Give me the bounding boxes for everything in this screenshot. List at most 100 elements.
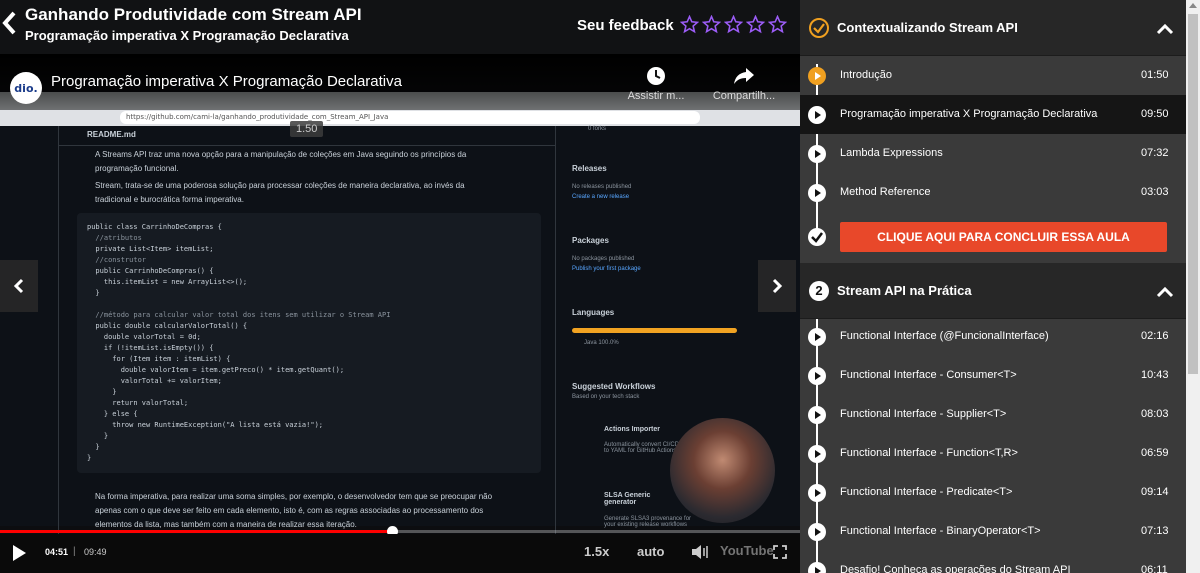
play-circle-icon xyxy=(808,367,826,385)
lesson-item[interactable]: Introdução 01:50 xyxy=(800,56,1186,95)
sidebar-scrollbar[interactable] xyxy=(1186,0,1200,573)
speed-badge: 1.50 xyxy=(290,121,324,137)
code-line: //atributos xyxy=(87,234,142,242)
lesson-item[interactable]: Programação imperativa X Programação Dec… xyxy=(800,95,1186,134)
current-time: 04:51 xyxy=(45,547,69,557)
video-progress-fill xyxy=(0,530,392,533)
section-header-1[interactable]: Contextualizando Stream API xyxy=(800,0,1186,56)
player-controls: 04:51 | 09:49 1.5x auto YouTube xyxy=(0,534,800,573)
playback-speed-button[interactable]: 1.5x xyxy=(584,544,609,559)
lesson-item[interactable]: Method Reference 03:03 xyxy=(800,173,1186,212)
readme-after-2: apenas com o que deve ser feito em cada … xyxy=(95,506,484,515)
code-line: valorTotal += valorItem; xyxy=(87,377,222,385)
code-line: //método para calcular valor total dos i… xyxy=(87,311,391,319)
previous-lesson-button[interactable] xyxy=(0,260,38,312)
lesson-title: Introdução xyxy=(840,69,892,81)
channel-avatar-text: dio. xyxy=(14,81,38,95)
channel-avatar[interactable]: dio. xyxy=(10,72,42,104)
readme-bullet-1b: programação funcional. xyxy=(95,164,179,173)
section-title-1: Contextualizando Stream API xyxy=(837,20,1018,35)
lesson-item[interactable]: Lambda Expressions 07:32 xyxy=(800,134,1186,173)
lesson-duration: 07:13 xyxy=(1141,525,1169,537)
lesson-item[interactable]: Functional Interface - Function<T,R> 06:5… xyxy=(800,434,1186,473)
embedded-url: https://github.com/cami-la/ganhando_prod… xyxy=(120,111,700,124)
code-line: //construtor xyxy=(87,256,147,264)
chevron-up-icon[interactable] xyxy=(1156,22,1174,40)
back-button[interactable] xyxy=(0,8,18,38)
lesson-duration: 09:50 xyxy=(1141,108,1169,120)
star-icon[interactable] xyxy=(746,15,765,34)
code-block: public class CarrinhoDeCompras { //atrib… xyxy=(77,213,541,473)
workflows-subtitle: Based on your tech stack xyxy=(572,394,640,400)
star-icon[interactable] xyxy=(680,15,699,34)
play-circle-icon xyxy=(808,445,826,463)
lesson-item[interactable]: Functional Interface - Supplier<T> 08:03 xyxy=(800,395,1186,434)
code-line: } xyxy=(87,454,92,462)
fullscreen-icon xyxy=(773,545,787,559)
quality-button[interactable]: auto xyxy=(637,544,664,559)
readme-panel: README.md A Streams API traz uma nova op… xyxy=(58,126,556,536)
code-line: double valorItem = item.getPreco() * ite… xyxy=(87,366,345,374)
readme-filename: README.md xyxy=(87,130,136,139)
code-line: } xyxy=(87,432,109,440)
packages-link: Publish your first package xyxy=(572,266,641,272)
readme-bullet-2a: Stream, trata-se de uma poderosa solução… xyxy=(95,181,465,190)
watch-later-button[interactable]: Assistir m... xyxy=(616,66,696,102)
video-player[interactable]: dio. Programação imperativa X Programaçã… xyxy=(0,54,800,573)
language-bar xyxy=(572,328,737,333)
section-title-2: Stream API na Prática xyxy=(837,283,972,298)
code-line: public CarrinhoDeCompras() { xyxy=(87,267,214,275)
forks-count: 0 forks xyxy=(588,126,607,132)
readme-bullet-1a: A Streams API traz uma nova opção para a… xyxy=(95,150,467,159)
lesson-item[interactable]: Functional Interface (@FuncionalInterfac… xyxy=(800,317,1186,356)
play-circle-icon xyxy=(808,562,826,573)
code-line: private List<Item> itemList; xyxy=(87,245,214,253)
code-line: public class CarrinhoDeCompras { xyxy=(87,223,222,231)
lesson-title: Functional Interface - Function<T,R> xyxy=(840,447,1018,459)
section-header-2[interactable]: 2 Stream API na Prática xyxy=(800,263,1186,319)
fullscreen-button[interactable] xyxy=(773,545,787,564)
releases-link: Create a new release xyxy=(572,194,630,200)
star-icon[interactable] xyxy=(702,15,721,34)
play-button[interactable] xyxy=(10,544,28,562)
play-circle-icon xyxy=(808,523,826,541)
video-title[interactable]: Programação imperativa X Programação Dec… xyxy=(51,73,402,90)
packages-text: No packages published xyxy=(572,256,635,262)
volume-button[interactable] xyxy=(691,544,711,565)
star-icon[interactable] xyxy=(724,15,743,34)
star-icon[interactable] xyxy=(768,15,787,34)
play-circle-icon xyxy=(808,184,826,202)
youtube-logo[interactable]: YouTube xyxy=(720,543,774,558)
finish-lesson-button[interactable]: CLIQUE AQUI PARA CONCLUIR ESSA AULA xyxy=(840,222,1167,252)
next-lesson-button[interactable] xyxy=(758,260,796,312)
video-progress-bar[interactable] xyxy=(0,526,800,537)
readme-bullet-2b: tradicional e burocrática forma imperati… xyxy=(95,195,244,204)
watch-later-label: Assistir m... xyxy=(627,90,685,102)
app-root: Ganhando Produtividade com Stream API Pr… xyxy=(0,0,1200,573)
lesson-item[interactable]: Desafio! Conheça as operações do Stream … xyxy=(800,551,1186,573)
scroll-up-icon[interactable] xyxy=(1189,3,1197,8)
lesson-title: Lambda Expressions xyxy=(840,147,943,159)
code-line: if (!itemList.isEmpty()) { xyxy=(87,344,214,352)
volume-icon xyxy=(692,545,708,559)
lesson-duration: 01:50 xyxy=(1141,69,1169,81)
total-time: 09:49 xyxy=(84,547,107,557)
lesson-duration: 08:03 xyxy=(1141,408,1169,420)
lesson-duration: 02:16 xyxy=(1141,330,1169,342)
code-line: return valorTotal; xyxy=(87,399,189,407)
play-circle-icon xyxy=(808,328,826,346)
play-circle-icon xyxy=(808,484,826,502)
scrollbar-thumb[interactable] xyxy=(1188,14,1198,374)
code-line: for (Item item : itemList) { xyxy=(87,355,231,363)
lesson-item[interactable]: Functional Interface - Consumer<T> 10:43 xyxy=(800,356,1186,395)
lesson-item[interactable]: Functional Interface - Predicate<T> 09:14 xyxy=(800,473,1186,512)
releases-text: No releases published xyxy=(572,184,632,190)
lesson-duration: 06:59 xyxy=(1141,447,1169,459)
lesson-item[interactable]: Functional Interface - BinaryOperator<T>… xyxy=(800,512,1186,551)
share-button[interactable]: Compartilh... xyxy=(704,66,784,102)
releases-title: Releases xyxy=(572,164,607,173)
chevron-up-icon[interactable] xyxy=(1156,285,1174,303)
lesson-title: Functional Interface - BinaryOperator<T> xyxy=(840,525,1041,537)
lesson-duration: 10:43 xyxy=(1141,369,1169,381)
feedback-stars xyxy=(680,15,787,34)
